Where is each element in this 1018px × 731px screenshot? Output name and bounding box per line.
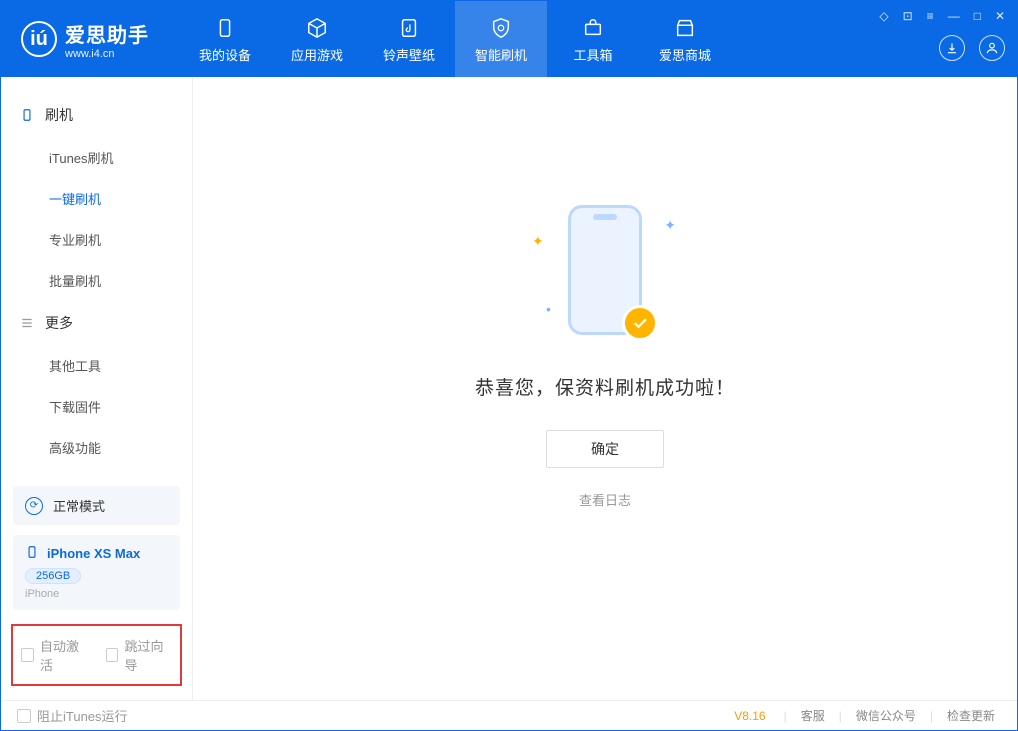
sidebar-item-advanced[interactable]: 高级功能 xyxy=(1,427,192,468)
sidebar-item-onekey-flash[interactable]: 一键刷机 xyxy=(1,178,192,219)
tab-my-device[interactable]: 我的设备 xyxy=(179,1,271,77)
check-badge-icon xyxy=(622,305,658,341)
header-actions xyxy=(939,35,1005,61)
check-update-link[interactable]: 检查更新 xyxy=(941,707,1001,724)
sidebar-item-other-tools[interactable]: 其他工具 xyxy=(1,345,192,386)
phone-flash-icon xyxy=(19,107,35,123)
device-mode-box[interactable]: ⟳ 正常模式 xyxy=(13,486,180,525)
wechat-link[interactable]: 微信公众号 xyxy=(850,707,922,724)
support-link[interactable]: 客服 xyxy=(795,707,831,724)
app-title: 爱思助手 xyxy=(65,19,149,48)
tab-toolbox[interactable]: 工具箱 xyxy=(547,1,639,77)
device-info-box[interactable]: iPhone XS Max 256GB iPhone xyxy=(13,535,180,610)
main-pane: ✦ ✦ • 恭喜您，保资料刷机成功啦！ 确定 查看日志 xyxy=(193,77,1017,700)
sidebar-group-more: 更多 xyxy=(1,301,192,345)
ok-button[interactable]: 确定 xyxy=(546,430,664,468)
sidebar-item-batch-flash[interactable]: 批量刷机 xyxy=(1,260,192,301)
toolbox-icon xyxy=(580,15,606,41)
sidebar-item-itunes-flash[interactable]: iTunes刷机 xyxy=(1,137,192,178)
flash-options-row: 自动激活 跳过向导 xyxy=(11,624,182,686)
menu-icon[interactable]: ≡ xyxy=(925,7,936,25)
tab-label: 应用游戏 xyxy=(291,45,343,64)
device-type-label: iPhone xyxy=(25,588,168,600)
minimize-button[interactable]: — xyxy=(946,7,962,25)
group-label: 更多 xyxy=(45,313,73,333)
tab-ringtone[interactable]: 铃声壁纸 xyxy=(363,1,455,77)
tab-label: 工具箱 xyxy=(573,45,612,64)
device-name-label: iPhone XS Max xyxy=(47,546,140,561)
tab-label: 铃声壁纸 xyxy=(383,45,435,64)
tab-label: 智能刷机 xyxy=(475,45,527,64)
tab-smart-flash[interactable]: 智能刷机 xyxy=(455,1,547,77)
shield-refresh-icon xyxy=(488,15,514,41)
success-message: 恭喜您，保资料刷机成功啦！ xyxy=(475,373,735,400)
checkbox-skip-guide[interactable]: 跳过向导 xyxy=(106,636,173,674)
checkbox-block-itunes[interactable]: 阻止iTunes运行 xyxy=(17,706,128,725)
status-bar: 阻止iTunes运行 V8.16 | 客服 | 微信公众号 | 检查更新 xyxy=(1,700,1017,730)
group-label: 刷机 xyxy=(45,105,73,125)
mode-label: 正常模式 xyxy=(53,496,105,515)
user-icon[interactable] xyxy=(979,35,1005,61)
mode-icon: ⟳ xyxy=(25,497,43,515)
phone-icon xyxy=(212,15,238,41)
tab-store[interactable]: 爱思商城 xyxy=(639,1,731,77)
music-file-icon xyxy=(396,15,422,41)
feedback-icon[interactable]: ⊡ xyxy=(901,7,915,25)
view-log-link[interactable]: 查看日志 xyxy=(579,490,631,509)
app-subtitle: www.i4.cn xyxy=(65,48,149,60)
sidebar-group-flash: 刷机 xyxy=(1,93,192,137)
sidebar: 刷机 iTunes刷机 一键刷机 专业刷机 批量刷机 更多 其他工具 下载固件 … xyxy=(1,77,193,700)
skin-icon[interactable]: ◇ xyxy=(877,7,890,25)
download-icon[interactable] xyxy=(939,35,965,61)
tab-label: 我的设备 xyxy=(199,45,251,64)
list-icon xyxy=(19,315,35,331)
maximize-button[interactable]: □ xyxy=(972,7,983,25)
window-controls: ◇ ⊡ ≡ — □ ✕ xyxy=(877,7,1007,25)
close-button[interactable]: ✕ xyxy=(993,7,1007,25)
sidebar-item-download-firmware[interactable]: 下载固件 xyxy=(1,386,192,427)
app-header: iú 爱思助手 www.i4.cn 我的设备 应用游戏 铃声壁纸 智能刷机 工具… xyxy=(1,1,1017,77)
sidebar-item-pro-flash[interactable]: 专业刷机 xyxy=(1,219,192,260)
store-icon xyxy=(672,15,698,41)
device-phone-icon xyxy=(25,545,39,562)
cube-icon xyxy=(304,15,330,41)
device-storage-pill: 256GB xyxy=(25,568,81,584)
nav-tabs: 我的设备 应用游戏 铃声壁纸 智能刷机 工具箱 爱思商城 xyxy=(179,1,731,77)
sparkle-icon: ✦ xyxy=(532,233,544,250)
sparkle-icon: • xyxy=(546,301,551,317)
tab-label: 爱思商城 xyxy=(659,45,711,64)
tab-apps[interactable]: 应用游戏 xyxy=(271,1,363,77)
success-illustration: ✦ ✦ • xyxy=(560,197,650,347)
logo: iú 爱思助手 www.i4.cn xyxy=(1,19,169,60)
version-label: V8.16 xyxy=(734,709,765,723)
checkbox-auto-activate[interactable]: 自动激活 xyxy=(21,636,88,674)
logo-icon: iú xyxy=(21,21,57,57)
sparkle-icon: ✦ xyxy=(664,217,676,234)
